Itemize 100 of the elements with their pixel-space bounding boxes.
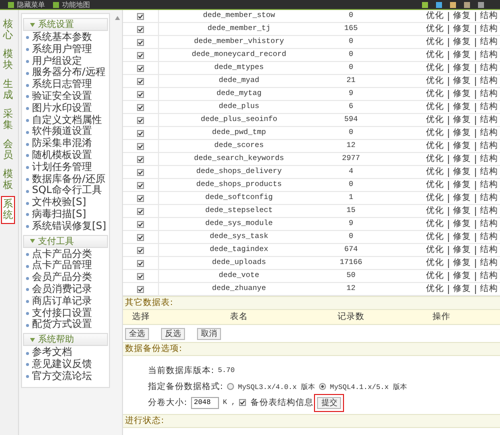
menu-item[interactable]: 系统日志管理 <box>23 79 108 91</box>
action-link[interactable]: 修复 <box>448 168 471 176</box>
checkbox[interactable] <box>137 78 144 84</box>
side-tab[interactable]: 核心 <box>1 16 15 44</box>
checkbox[interactable] <box>137 156 144 162</box>
action-link[interactable]: 结构 <box>475 90 498 98</box>
menu-item[interactable]: 防采集串混淆 <box>23 138 108 150</box>
checkbox[interactable] <box>137 260 144 266</box>
checkbox[interactable] <box>137 182 144 188</box>
checkbox[interactable] <box>137 286 144 292</box>
menu-item[interactable]: 自定义文档属性 <box>23 114 108 126</box>
action-link[interactable]: 结构 <box>475 206 498 216</box>
checkbox[interactable] <box>137 52 144 58</box>
action-link[interactable]: 修复 <box>448 272 471 280</box>
menu-item[interactable]: 商店订单记录 <box>23 296 108 308</box>
action-link[interactable]: 结构 <box>475 38 498 46</box>
action-link[interactable]: 结构 <box>475 12 498 20</box>
action-link[interactable]: 修复 <box>448 142 471 150</box>
menu-item[interactable]: 用户组设定 <box>23 56 108 68</box>
menu-item[interactable]: 计划任务管理 <box>23 162 108 174</box>
action-link[interactable]: 优化 <box>426 168 444 176</box>
action-link[interactable]: 结构 <box>475 128 498 138</box>
menu-item[interactable]: 系统错误修复[S] <box>23 220 108 233</box>
action-link[interactable]: 结构 <box>475 142 498 150</box>
action-link[interactable]: 优化 <box>426 64 444 72</box>
select-button[interactable]: 反选 <box>161 328 185 340</box>
radio-button[interactable] <box>318 383 326 390</box>
menu-item[interactable]: 配货方式设置 <box>23 319 108 332</box>
action-link[interactable]: 结构 <box>475 220 498 228</box>
checkbox[interactable] <box>137 26 144 32</box>
checkbox[interactable] <box>137 38 144 46</box>
action-link[interactable]: 修复 <box>448 284 471 294</box>
menu-item[interactable]: 随机模板设置 <box>23 150 108 162</box>
checkbox[interactable] <box>137 12 144 20</box>
menu-section-header[interactable]: 支付工具 <box>23 234 108 248</box>
menu-item[interactable]: 会员产品分类 <box>23 272 108 284</box>
action-link[interactable]: 优化 <box>426 24 444 34</box>
action-link[interactable]: 修复 <box>448 24 471 34</box>
action-link[interactable]: 修复 <box>448 258 471 268</box>
menu-item[interactable]: SQL命令行工具 <box>23 185 108 198</box>
action-link[interactable]: 优化 <box>426 206 444 216</box>
checkbox[interactable] <box>137 168 144 176</box>
action-link[interactable]: 修复 <box>448 116 471 124</box>
menu-item[interactable]: 官方交流论坛 <box>23 370 108 383</box>
action-link[interactable]: 优化 <box>426 142 444 150</box>
action-link[interactable]: 修复 <box>448 154 471 164</box>
menu-item[interactable]: 点卡产品分类 <box>23 248 108 260</box>
scroll-up-icon[interactable] <box>115 16 120 20</box>
action-link[interactable]: 优化 <box>426 76 444 86</box>
menu-item[interactable]: 会员消费记录 <box>23 284 108 296</box>
action-link[interactable]: 修复 <box>448 246 471 254</box>
side-tab[interactable]: 采集 <box>1 106 15 134</box>
action-link[interactable]: 结构 <box>475 194 498 202</box>
action-link[interactable]: 结构 <box>475 272 498 280</box>
action-link[interactable]: 结构 <box>475 180 498 190</box>
action-link[interactable]: 优化 <box>426 284 444 294</box>
theme-swatch-icon[interactable] <box>422 2 428 8</box>
action-link[interactable]: 修复 <box>448 12 471 20</box>
theme-swatch-icon[interactable] <box>436 2 442 8</box>
menu-item[interactable]: 参考文档 <box>23 347 108 359</box>
action-link[interactable]: 结构 <box>475 116 498 124</box>
theme-swatch-icon[interactable] <box>464 2 470 8</box>
theme-swatch-icon[interactable] <box>478 2 484 8</box>
action-link[interactable]: 优化 <box>426 50 444 60</box>
checkbox[interactable] <box>137 116 144 124</box>
checkbox[interactable] <box>137 234 144 240</box>
action-link[interactable]: 修复 <box>448 194 471 202</box>
action-link[interactable]: 修复 <box>448 180 471 190</box>
action-link[interactable]: 结构 <box>475 76 498 86</box>
action-link[interactable]: 优化 <box>426 194 444 202</box>
select-button[interactable]: 全选 <box>125 328 149 340</box>
checkbox[interactable] <box>137 104 144 110</box>
menu-item[interactable]: 服务器分布/远程 <box>23 67 108 80</box>
checkbox[interactable] <box>137 246 144 254</box>
menu-section-header[interactable]: 系统帮助 <box>23 333 108 346</box>
action-link[interactable]: 优化 <box>426 128 444 138</box>
checkbox[interactable] <box>137 272 144 280</box>
checkbox[interactable] <box>137 130 144 136</box>
menu-item[interactable]: 意见建议反馈 <box>23 358 108 371</box>
menu-section-header[interactable]: 系统设置 <box>23 18 108 31</box>
action-link[interactable]: 优化 <box>426 12 444 20</box>
action-link[interactable]: 优化 <box>426 258 444 268</box>
checkbox[interactable] <box>137 142 144 150</box>
action-link[interactable]: 优化 <box>426 102 444 112</box>
action-link[interactable]: 结构 <box>475 232 498 242</box>
action-link[interactable]: 结构 <box>475 24 498 34</box>
action-link[interactable]: 优化 <box>426 154 444 164</box>
side-tab[interactable]: 生成 <box>1 76 15 104</box>
menu-item[interactable]: 验证安全设置 <box>23 90 108 103</box>
action-link[interactable]: 结构 <box>475 168 498 176</box>
action-link[interactable]: 结构 <box>475 102 498 112</box>
action-link[interactable]: 修复 <box>448 38 471 46</box>
action-link[interactable]: 优化 <box>426 246 444 254</box>
radio-button[interactable] <box>226 383 234 390</box>
side-tab[interactable]: 系统 <box>1 196 15 224</box>
side-tab[interactable]: 模块 <box>1 46 15 74</box>
action-link[interactable]: 结构 <box>475 50 498 60</box>
menu-item[interactable]: 数据库备份/还原 <box>23 174 108 186</box>
action-link[interactable]: 优化 <box>426 38 444 46</box>
side-tab[interactable]: 会员 <box>1 136 15 164</box>
